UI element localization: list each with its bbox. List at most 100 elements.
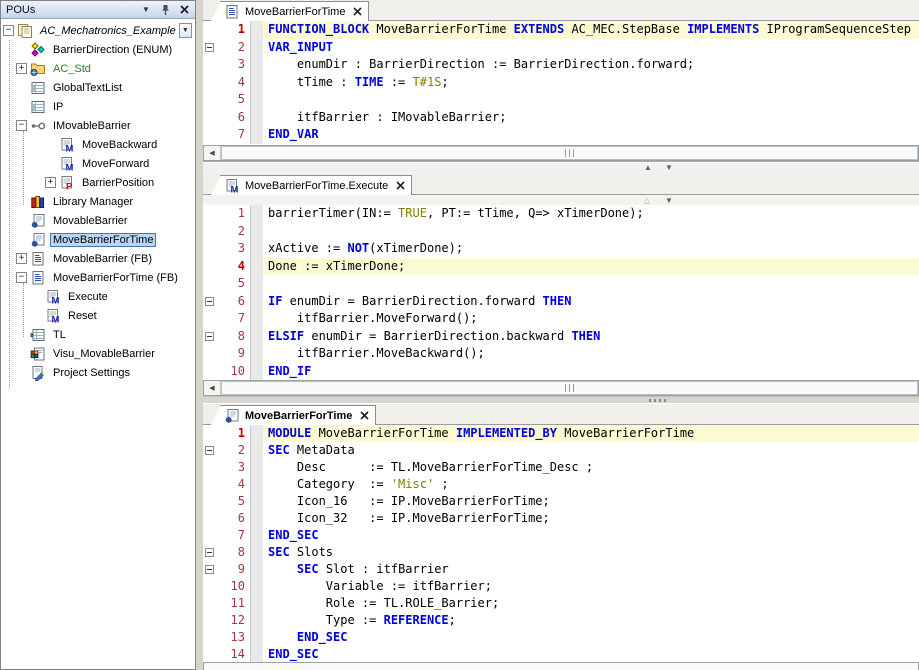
tree-item-moveforward[interactable]: MMoveForward: [1, 154, 195, 173]
tree-item-barrierdirection-enum[interactable]: BarrierDirection (ENUM): [1, 40, 195, 59]
fold-margin: [203, 21, 216, 39]
horizontal-scrollbar[interactable]: [203, 662, 919, 670]
line-number: 8: [216, 544, 250, 561]
line-number: 11: [216, 595, 250, 612]
window-menu-icon[interactable]: ▼: [139, 4, 153, 16]
pane-splitter[interactable]: ▲ ▼: [203, 161, 919, 174]
root-dropdown-button[interactable]: ▼: [179, 23, 192, 38]
expand-icon[interactable]: +: [16, 63, 27, 74]
close-icon[interactable]: [177, 4, 191, 16]
line-number: 3: [216, 459, 250, 476]
fold-collapse-icon[interactable]: [205, 446, 214, 455]
scroll-left-button[interactable]: ◀: [204, 146, 221, 160]
code-text: Icon_16 := IP.MoveBarrierForTime;: [263, 493, 919, 510]
fold-collapse-icon[interactable]: [205, 565, 214, 574]
tab-label: MoveBarrierForTime: [245, 410, 352, 422]
tree-item-execute[interactable]: MExecute: [1, 287, 195, 306]
fold-collapse-icon[interactable]: [205, 43, 214, 52]
gutter-strip: [250, 476, 263, 493]
editor-pane-2: MMoveBarrierForTime.Execute △ ▼ 1barrier…: [203, 174, 919, 396]
code-token: THEN: [571, 329, 600, 343]
code-line: 13 END_SEC: [203, 629, 919, 646]
tree-item-project-settings[interactable]: Project Settings: [1, 363, 195, 382]
gutter-strip: [250, 293, 263, 311]
scroll-left-button[interactable]: ◀: [204, 381, 221, 395]
code-token: REFERENCE: [384, 613, 449, 627]
tree-item-imovablebarrier[interactable]: −IMovableBarrier: [1, 116, 195, 135]
horizontal-scrollbar[interactable]: ◀: [203, 145, 919, 161]
collapse-icon[interactable]: −: [16, 272, 27, 283]
expand-icon[interactable]: +: [16, 253, 27, 264]
tree-item-tl[interactable]: TL: [1, 325, 195, 344]
collapse-down-icon[interactable]: ▼: [665, 163, 673, 173]
collapse-up-icon[interactable]: ▲: [644, 163, 652, 173]
code-text: tTime : TIME := T#1S;: [263, 74, 919, 92]
tab-label: MoveBarrierForTime: [245, 6, 345, 18]
fold-margin: [203, 527, 216, 544]
tab-label: MoveBarrierForTime.Execute: [245, 180, 388, 192]
collapse-icon[interactable]: −: [3, 25, 14, 36]
tree-item-barrierposition[interactable]: +PBarrierPosition: [1, 173, 195, 192]
tree-item-movebarrierfortime-fb[interactable]: −MoveBarrierForTime (FB): [1, 268, 195, 287]
tree-item-movebackward[interactable]: MMoveBackward: [1, 135, 195, 154]
horizontal-scrollbar[interactable]: ◀: [203, 380, 919, 396]
code-line: 5: [203, 91, 919, 109]
pin-icon[interactable]: [158, 4, 172, 16]
code-line: 4 Category := 'Misc' ;: [203, 476, 919, 493]
tree-item-label: Reset: [65, 309, 100, 323]
pou-panel: POUs ▼ −AC_Mechatronics_Example▼BarrierD…: [0, 0, 196, 670]
gutter-strip: [250, 310, 263, 328]
fold-collapse-icon[interactable]: [205, 548, 214, 557]
code-text: Desc := TL.MoveBarrierForTime_Desc ;: [263, 459, 919, 476]
code-text: itfBarrier.MoveBackward();: [263, 345, 919, 363]
code-line: 12 Type := REFERENCE;: [203, 612, 919, 629]
pane-splitter[interactable]: [203, 396, 919, 404]
code-text: [263, 223, 919, 241]
tab-close-icon[interactable]: [353, 7, 362, 16]
tree-item-movablebarrier[interactable]: MovableBarrier: [1, 211, 195, 230]
fold-collapse-icon[interactable]: [205, 332, 214, 341]
fold-margin: [203, 345, 216, 363]
fold-collapse-icon[interactable]: [205, 297, 214, 306]
collapse-icon[interactable]: −: [16, 120, 27, 131]
textlist-icon: [30, 99, 46, 115]
code-token: IProgramSequenceStep: [759, 22, 911, 36]
tree-item-globaltextlist[interactable]: GlobalTextList: [1, 78, 195, 97]
gutter-strip: [250, 74, 263, 92]
code-text: VAR_INPUT: [263, 39, 919, 57]
document-tab[interactable]: MoveBarrierForTime: [220, 1, 369, 21]
expand-icon[interactable]: +: [45, 177, 56, 188]
tree-item-movablebarrier-fb[interactable]: +MovableBarrier (FB): [1, 249, 195, 268]
line-number: 9: [216, 345, 250, 363]
code-token: MODULE: [268, 426, 311, 440]
tree-item-library-manager[interactable]: Library Manager: [1, 192, 195, 211]
document-tab[interactable]: MMoveBarrierForTime.Execute: [220, 175, 412, 195]
tree-item-reset[interactable]: MReset: [1, 306, 195, 325]
tree-item-ac-mechatronics-example[interactable]: −AC_Mechatronics_Example▼: [1, 21, 195, 40]
line-number: 4: [216, 476, 250, 493]
code-line: 6 Icon_32 := IP.MoveBarrierForTime;: [203, 510, 919, 527]
tree-item-visu-movablebarrier[interactable]: Visu_MovableBarrier: [1, 344, 195, 363]
module-icon: [30, 213, 46, 229]
tab-close-icon[interactable]: [396, 181, 405, 190]
code-editor[interactable]: 1FUNCTION_BLOCK MoveBarrierForTime EXTEN…: [203, 21, 919, 145]
code-line: 1barrierTimer(IN:= TRUE, PT:= tTime, Q=>…: [203, 205, 919, 223]
code-editor[interactable]: 1barrierTimer(IN:= TRUE, PT:= tTime, Q=>…: [203, 205, 919, 380]
tab-close-icon[interactable]: [360, 411, 369, 420]
code-editor[interactable]: 1MODULE MoveBarrierForTime IMPLEMENTED_B…: [203, 425, 919, 662]
scrollbar-thumb[interactable]: [221, 381, 918, 395]
code-token: itfBarrier : IMovableBarrier;: [268, 110, 506, 124]
scrollbar-thumb[interactable]: [221, 146, 918, 160]
fold-margin: [203, 425, 216, 442]
enum-icon: [30, 42, 46, 58]
tree-item-ip[interactable]: IP: [1, 97, 195, 116]
code-line: 2VAR_INPUT: [203, 39, 919, 57]
tree-item-ac-std[interactable]: +AC_Std: [1, 59, 195, 78]
fold-margin: [203, 612, 216, 629]
document-tab[interactable]: MoveBarrierForTime: [220, 405, 376, 425]
pou-tree[interactable]: −AC_Mechatronics_Example▼BarrierDirectio…: [1, 19, 195, 668]
tree-item-movebarrierfortime[interactable]: MoveBarrierForTime: [1, 230, 195, 249]
tree-item-label: Execute: [65, 290, 111, 304]
tree-item-label: TL: [50, 328, 69, 342]
code-token: SEC: [297, 562, 319, 576]
